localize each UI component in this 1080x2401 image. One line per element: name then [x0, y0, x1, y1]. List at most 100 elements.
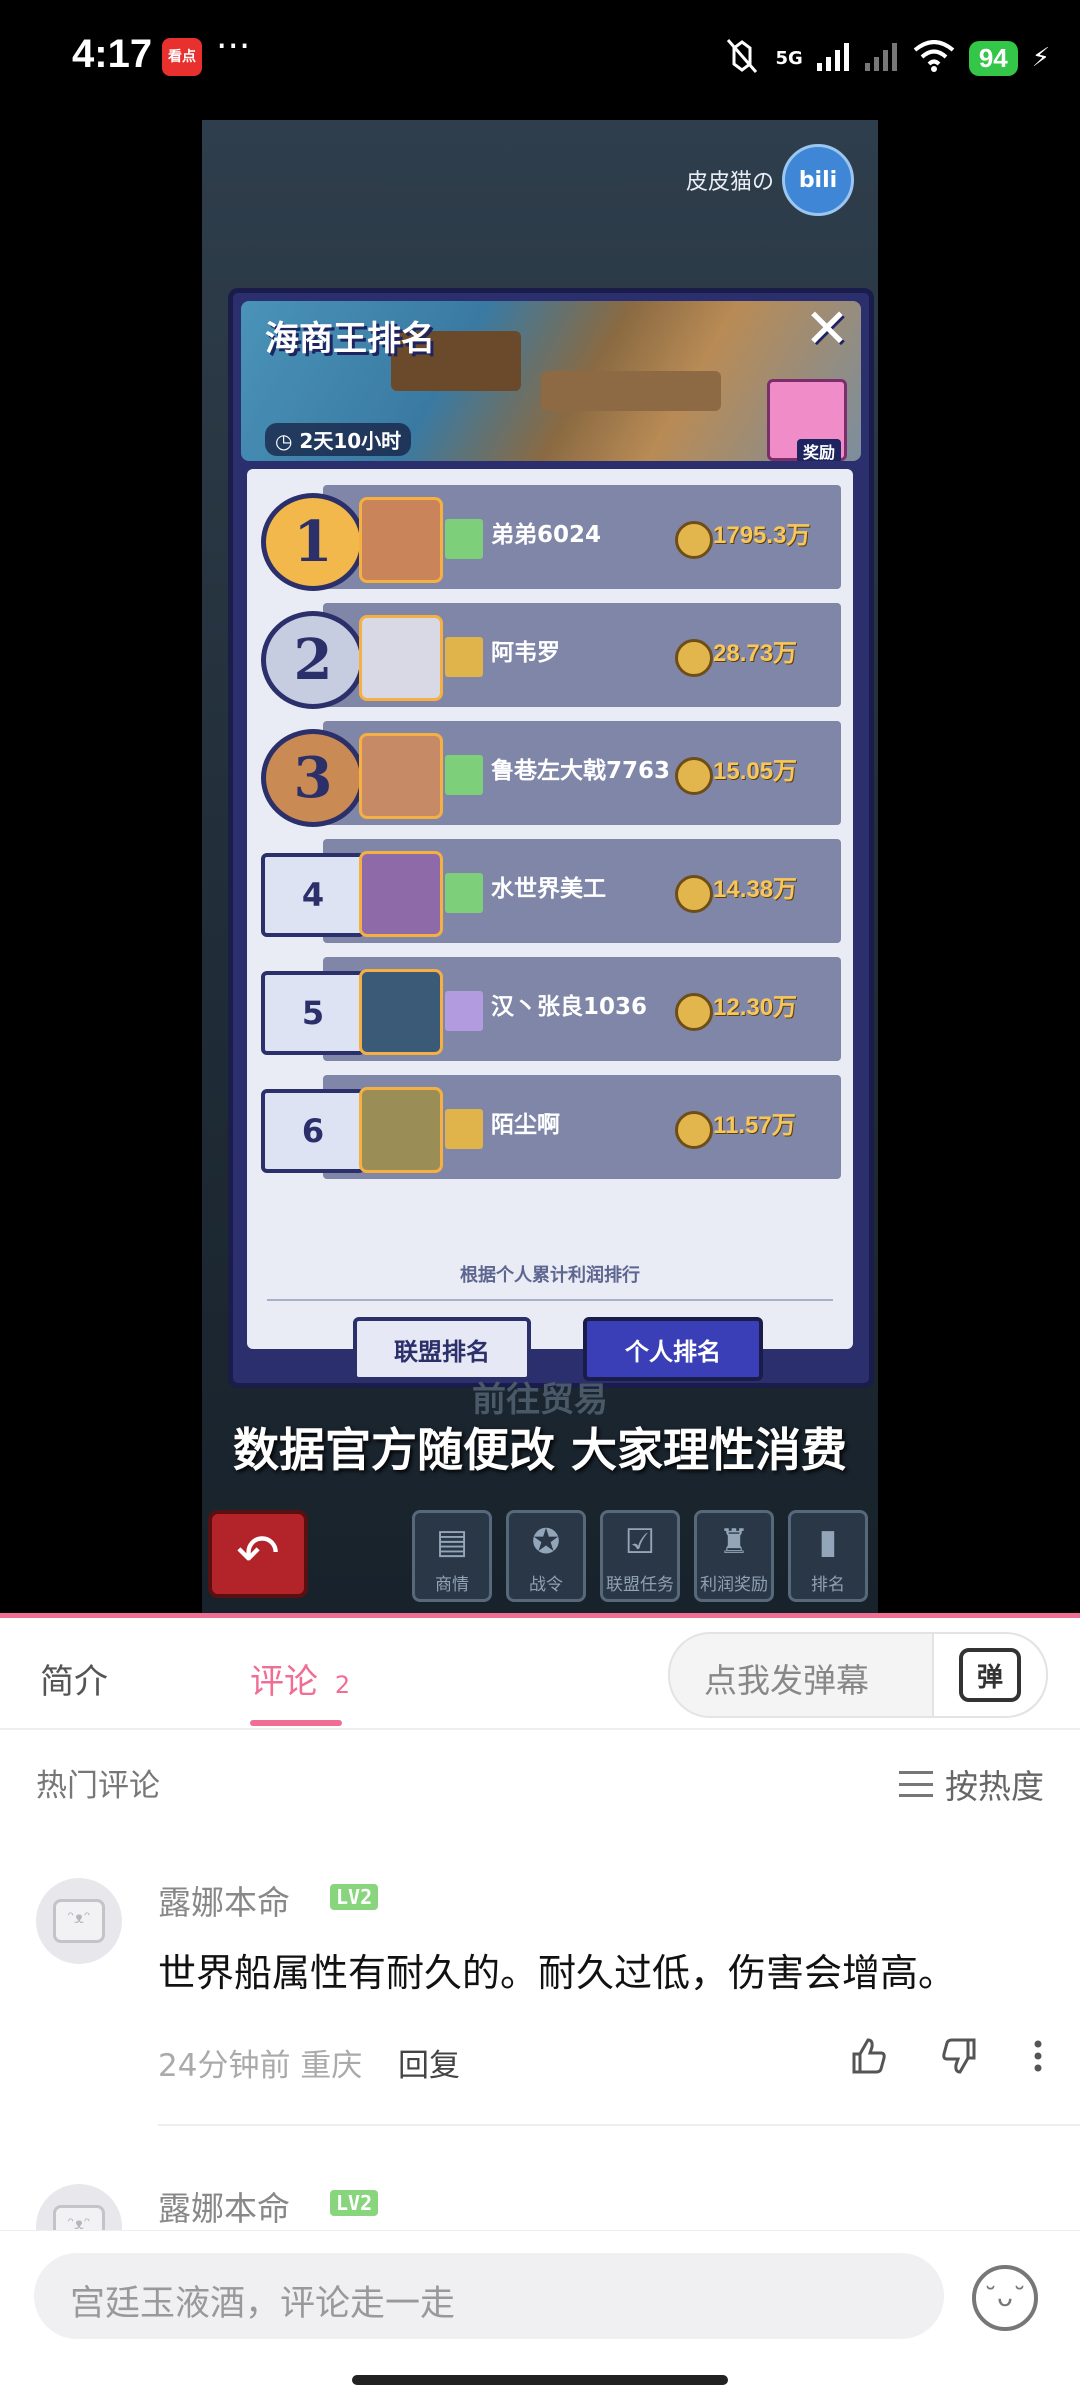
game-nav-label: 联盟任务 — [606, 1575, 674, 1595]
countdown-timer: ◷ 2天10小时 — [265, 423, 412, 456]
danmaku-icon-label: 弹 — [976, 1662, 1003, 1693]
faction-flag-icon — [445, 755, 483, 795]
rank-medal: 3 — [261, 729, 365, 827]
home-indicator[interactable] — [352, 2375, 728, 2385]
sort-label: 按热度 — [945, 1767, 1044, 1806]
danmaku-toggle-button[interactable]: 弹 — [932, 1634, 1046, 1716]
coin-icon — [675, 639, 713, 677]
status-indicators: 5G 94 ⚡ — [722, 30, 1050, 86]
player-score: 12.30万 — [713, 994, 798, 1021]
game-nav-label: 商情 — [435, 1575, 469, 1595]
bilibili-logo: bili — [782, 144, 854, 216]
more-notifications-icon: ··· — [216, 26, 251, 67]
coin-icon — [675, 993, 713, 1031]
level-badge: LV2 — [330, 1884, 379, 1910]
reply-button[interactable]: 回复 — [398, 2040, 460, 2085]
faction-flag-icon — [445, 991, 483, 1031]
player-score: 14.38万 — [713, 876, 798, 903]
ranking-list: 1 弟弟6024 1795.3万 2 阿韦罗 28.73万 3 鲁巷左大戟7763 15.05万… — [247, 469, 853, 1381]
battery-indicator: 94 — [968, 40, 1018, 76]
game-nav-label: 战令 — [529, 1575, 563, 1595]
player-avatar — [359, 969, 443, 1055]
player-avatar — [359, 615, 443, 701]
rank-number: 4 — [261, 853, 365, 937]
default-avatar-icon: ᵔᴥᵔ — [53, 1899, 105, 1943]
video-player[interactable]: 皮皮猫の bili 海商王排名 ✕ ◷ 2天10小时 奖励 1 弟弟6024 179… — [202, 120, 878, 1618]
player-score: 28.73万 — [713, 640, 798, 667]
comment-meta: 24分钟前 重庆 — [158, 2048, 363, 2084]
signal-icon — [816, 41, 851, 75]
comment-username[interactable]: 露娜本命 — [158, 1876, 290, 1924]
comment-input[interactable]: 宫廷玉液酒，评论走一走 — [34, 2253, 944, 2339]
player-name: 陌尘啊 — [491, 1112, 560, 1138]
active-tab-indicator — [250, 1720, 342, 1726]
player-name: 阿韦罗 — [491, 640, 560, 666]
player-avatar — [359, 1087, 443, 1173]
player-name: 水世界美工 — [491, 876, 606, 902]
danmaku-placeholder: 点我发弹幕 — [704, 1661, 869, 1700]
status-time: 4:17 — [72, 32, 153, 76]
danmaku-input[interactable]: 点我发弹幕 弹 — [668, 1632, 1048, 1718]
ranking-row: 5 汉丶张良1036 12.30万 — [261, 957, 841, 1061]
tab-intro[interactable]: 简介 — [40, 1654, 108, 1703]
watermark: 皮皮猫の bili — [686, 144, 854, 216]
game-nav-icon: ♜ — [718, 1522, 750, 1562]
ranking-row: 3 鲁巷左大戟7763 15.05万 — [261, 721, 841, 827]
tab-bar: 简介 评论 2 点我发弹幕 弹 — [0, 1618, 1080, 1730]
rank-number: 5 — [261, 971, 365, 1055]
ranking-row: 1 弟弟6024 1795.3万 — [261, 485, 841, 591]
avatar[interactable]: ᵔᴥᵔ — [36, 1878, 122, 1964]
player-score: 1795.3万 — [713, 522, 811, 549]
ranking-row: 2 阿韦罗 28.73万 — [261, 603, 841, 709]
rank-medal: 2 — [261, 611, 365, 709]
game-nav-icon: ▤ — [435, 1522, 469, 1562]
emoji-face: ˘ᴗ˘ — [984, 2283, 1026, 2313]
ranking-row: 6 陌尘啊 11.57万 — [261, 1075, 841, 1179]
tab-comments-count: 2 — [334, 1671, 351, 1699]
app-notification-icon: 看点 — [162, 38, 202, 76]
game-nav-item: ☑ 联盟任务 — [600, 1510, 680, 1602]
emoji-icon[interactable]: ˘ᴗ˘ — [972, 2265, 1038, 2331]
reward-label: 奖励 — [796, 439, 841, 461]
ranking-title: 海商王排名 — [265, 319, 435, 359]
game-nav-icon: ✪ — [531, 1522, 561, 1562]
watermark-text: 皮皮猫の — [685, 170, 774, 195]
comment-text: 世界船属性有耐久的。耐久过低，伤害会增高。 — [158, 1951, 957, 1995]
faction-flag-icon — [445, 519, 483, 559]
tab-comments-label: 评论 — [250, 1662, 318, 1702]
charging-icon: ⚡ — [1031, 43, 1050, 73]
comment-input-bar: 宫廷玉液酒，评论走一走 ˘ᴗ˘ — [0, 2230, 1080, 2401]
game-nav-item: ✪ 战令 — [506, 1510, 586, 1602]
player-score: 15.05万 — [713, 758, 798, 785]
close-icon[interactable]: ✕ — [799, 301, 855, 357]
player-name: 汉丶张良1036 — [491, 994, 648, 1020]
like-icon[interactable] — [848, 2036, 888, 2085]
more-options-icon[interactable] — [1030, 2036, 1046, 2085]
ranking-note: 根据个人累计利润排行 — [460, 1265, 640, 1286]
comment-username[interactable]: 露娜本命 — [158, 2182, 290, 2230]
comment-input-placeholder: 宫廷玉液酒，评论走一走 — [70, 2284, 456, 2324]
ranking-banner: 海商王排名 ✕ ◷ 2天10小时 奖励 — [241, 301, 861, 461]
tab-comments[interactable]: 评论 2 — [250, 1654, 350, 1703]
sort-button[interactable]: 按热度 — [899, 1760, 1044, 1808]
faction-flag-icon — [445, 873, 483, 913]
dislike-icon[interactable] — [940, 2036, 980, 2085]
back-arrow-icon: ↶ — [208, 1510, 308, 1598]
ranking-panel: 海商王排名 ✕ ◷ 2天10小时 奖励 1 弟弟6024 1795.3万 2 阿韦罗 28… — [228, 288, 874, 1388]
game-nav-icon: ▮ — [818, 1522, 838, 1562]
rank-number: 6 — [261, 1089, 365, 1173]
faction-flag-icon — [445, 637, 483, 677]
player-avatar — [359, 733, 443, 819]
coin-icon — [675, 1111, 713, 1149]
timer-text: 2天10小时 — [299, 429, 402, 453]
signal-2-icon — [864, 41, 899, 75]
mute-icon — [722, 38, 762, 78]
game-nav-label: 利润奖励 — [700, 1575, 768, 1595]
coin-icon — [675, 757, 713, 795]
game-nav-item: ▤ 商情 — [412, 1510, 492, 1602]
player-avatar — [359, 497, 443, 583]
game-nav-icon: ☑ — [624, 1522, 656, 1562]
menu-icon — [899, 1771, 933, 1797]
hot-comments-label: 热门评论 — [36, 1768, 160, 1804]
wifi-icon — [913, 40, 955, 76]
